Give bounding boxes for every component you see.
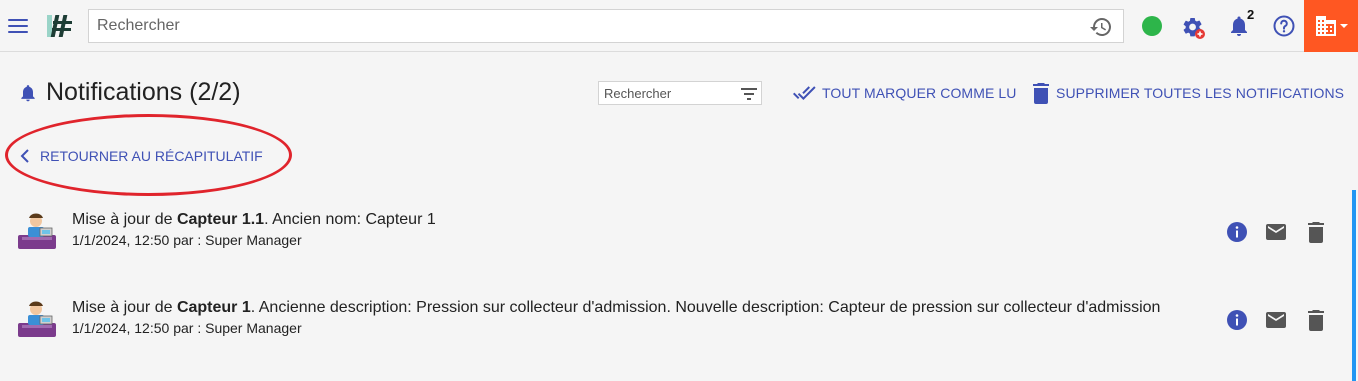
trash-icon (1033, 83, 1049, 104)
notification-message: Mise à jour de Capteur 1.1. Ancien nom: … (72, 211, 436, 228)
mark-all-read-label: TOUT MARQUER COMME LU (822, 85, 1017, 101)
notification-subject: Capteur 1 (176, 299, 251, 316)
help-icon[interactable] (1272, 14, 1296, 38)
gear-icon[interactable] (1180, 14, 1206, 40)
info-icon[interactable] (1226, 309, 1248, 331)
back-to-summary-label: RETOURNER AU RÉCAPITULATIF (40, 148, 263, 164)
notification-meta: 1/1/2024, 12:50 par : Super Manager (72, 320, 302, 336)
page-title: Notifications (2/2) (46, 78, 241, 106)
delete-icon[interactable] (1306, 309, 1326, 331)
notification-subject: Capteur 1.1 (176, 211, 265, 228)
organization-menu-button[interactable] (1304, 0, 1358, 52)
mark-all-read-button[interactable]: TOUT MARQUER COMME LU (792, 82, 1016, 104)
connection-status-indicator (1142, 16, 1162, 36)
user-avatar (18, 213, 56, 249)
global-search-input[interactable] (89, 10, 1069, 42)
global-search (88, 9, 1124, 43)
filter-icon[interactable] (739, 84, 759, 104)
info-icon[interactable] (1226, 221, 1248, 243)
delete-icon[interactable] (1306, 221, 1326, 243)
double-check-icon (793, 86, 816, 100)
notification-item: Mise à jour de Capteur 1.1. Ancien nom: … (0, 211, 1340, 261)
notification-item: Mise à jour de Capteur 1. Ancienne descr… (0, 299, 1340, 349)
mail-icon[interactable] (1265, 310, 1287, 330)
top-bar: 2 (0, 0, 1358, 52)
app-logo[interactable] (44, 12, 74, 40)
notifications-bell-icon (21, 85, 35, 102)
notification-message: Mise à jour de Capteur 1. Ancienne descr… (72, 299, 1161, 316)
mail-icon[interactable] (1265, 222, 1287, 242)
history-icon[interactable] (1089, 15, 1113, 39)
delete-all-button[interactable]: SUPPRIMER TOUTES LES NOTIFICATIONS (1032, 82, 1344, 104)
notification-filter (598, 81, 762, 105)
scrollbar[interactable] (1352, 190, 1356, 381)
chevron-left-icon (20, 149, 29, 163)
back-to-summary-link[interactable]: RETOURNER AU RÉCAPITULATIF (20, 146, 263, 166)
building-icon (1316, 16, 1348, 36)
delete-all-label: SUPPRIMER TOUTES LES NOTIFICATIONS (1056, 85, 1345, 101)
menu-icon[interactable] (8, 14, 32, 38)
notification-meta: 1/1/2024, 12:50 par : Super Manager (72, 232, 302, 248)
user-avatar (18, 301, 56, 337)
notification-count-badge: 2 (1247, 7, 1255, 22)
notification-search-input[interactable] (599, 82, 733, 104)
